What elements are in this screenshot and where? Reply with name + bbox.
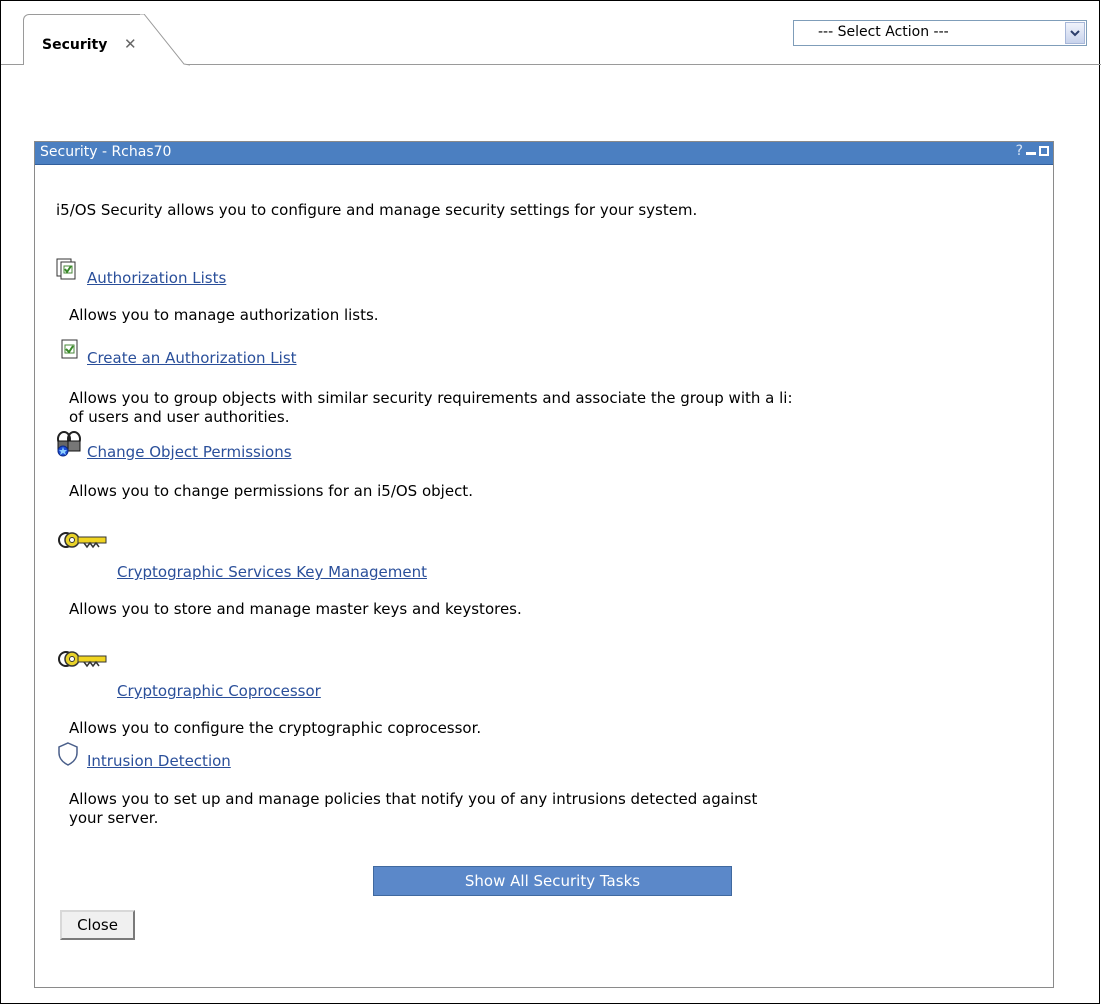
authorization-lists-icon [56,258,76,280]
intrusion-detection-description-cont: your server. [69,809,159,827]
show-all-security-tasks-button[interactable]: Show All Security Tasks [373,866,732,896]
cryptographic-coprocessor-description: Allows you to configure the cryptographi… [69,719,482,737]
panel-titlebar: Security - Rchas70 ? [35,142,1053,165]
minimize-icon[interactable] [1026,146,1036,156]
intrusion-detection-link[interactable]: Intrusion Detection [87,752,231,770]
key-icon [58,651,107,668]
authorization-lists-description: Allows you to manage authorization lists… [69,306,379,324]
chevron-down-icon[interactable] [1065,22,1085,44]
tab-close-icon[interactable]: ✕ [124,35,137,53]
panel-title: Security - Rchas70 [40,144,172,160]
key-icon [58,532,107,549]
object-permissions-icon [57,431,81,457]
maximize-icon[interactable] [1039,146,1049,156]
select-action-dropdown[interactable]: --- Select Action --- [793,20,1087,46]
help-icon[interactable]: ? [1016,143,1023,159]
select-action-value: --- Select Action --- [818,24,949,40]
shield-icon [58,742,78,766]
change-object-permissions-link[interactable]: Change Object Permissions [87,443,292,461]
key-management-description: Allows you to store and manage master ke… [69,600,522,618]
tab-security-label: Security [42,37,108,53]
authorization-lists-link[interactable]: Authorization Lists [87,269,226,287]
key-management-link[interactable]: Cryptographic Services Key Management [117,563,427,581]
intro-text: i5/OS Security allows you to configure a… [56,201,698,219]
security-panel: Security - Rchas70 ? i5/OS Security allo… [34,141,1054,988]
tab-strip: Security ✕ --- Select Action --- [1,1,1101,66]
tab-edge [140,14,190,66]
close-button[interactable]: Close [60,910,135,940]
change-object-permissions-description: Allows you to change permissions for an … [69,482,473,500]
app-frame: Security ✕ --- Select Action --- Securit… [0,0,1101,1004]
create-authorization-list-link[interactable]: Create an Authorization List [87,349,297,367]
cryptographic-coprocessor-link[interactable]: Cryptographic Coprocessor [117,682,321,700]
create-authorization-list-description: Allows you to group objects with similar… [69,389,793,407]
create-authorization-list-icon [61,339,78,359]
create-authorization-list-description-cont: of users and user authorities. [69,408,290,426]
intrusion-detection-description: Allows you to set up and manage policies… [69,790,758,808]
